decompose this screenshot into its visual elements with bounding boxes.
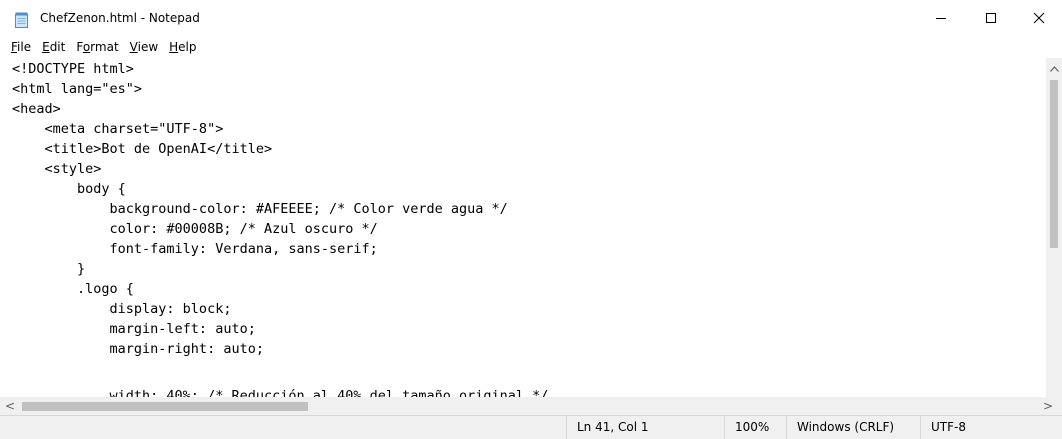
- menu-view-mnemonic: V: [129, 40, 138, 54]
- line-ending: Windows (CRLF): [786, 416, 920, 439]
- code-line-9: color: #00008B; /* Azul oscuro */: [12, 221, 378, 237]
- menu-view-label: iew: [137, 40, 159, 54]
- maximize-button[interactable]: [968, 0, 1014, 36]
- menu-view[interactable]: View: [125, 38, 164, 58]
- vertical-scroll-thumb[interactable]: [1050, 80, 1058, 248]
- menu-edit-mnemonic: E: [42, 40, 50, 54]
- menu-bar: File Edit Format View Help: [0, 38, 1062, 58]
- code-line-8: background-color: #AFEEEE; /* Color verd…: [12, 201, 508, 217]
- code-line-11: }: [12, 261, 86, 277]
- status-bar: Ln 41, Col 1 100% Windows (CRLF) UTF-8: [0, 415, 1062, 439]
- title-bar[interactable]: ChefZenon.html - Notepad: [0, 0, 1062, 38]
- menu-help-mnemonic: H: [169, 40, 179, 54]
- code-line-5: <title>Bot de OpenAI</title>: [12, 141, 273, 157]
- code-line-12: .logo {: [12, 281, 134, 297]
- scroll-left-button[interactable]: <: [2, 398, 18, 414]
- encoding: UTF-8: [920, 416, 1062, 439]
- code-line-16: width: 40%; /* Reducción al 40% del tama…: [12, 388, 549, 397]
- horizontal-scrollbar[interactable]: < >: [0, 397, 1062, 415]
- menu-edit[interactable]: Edit: [37, 38, 71, 58]
- chevron-left-icon: <: [4, 399, 16, 413]
- chevron-right-icon: >: [1042, 399, 1054, 413]
- menu-format[interactable]: Format: [71, 38, 124, 58]
- minimize-icon: [935, 9, 947, 28]
- minimize-button[interactable]: [918, 0, 964, 36]
- maximize-icon: [985, 9, 997, 28]
- code-line-2: <html lang="es">: [12, 81, 143, 97]
- menu-edit-label: dit: [49, 40, 66, 54]
- cursor-position: Ln 41, Col 1: [566, 416, 724, 439]
- code-line-4: <meta charset="UTF-8">: [12, 121, 224, 137]
- code-line-10: font-family: Verdana, sans-serif;: [12, 241, 378, 257]
- notepad-window: ChefZenon.html - Notepad File Edit Forma…: [0, 0, 1062, 439]
- code-line-13: display: block;: [12, 301, 232, 317]
- code-line-14: margin-left: auto;: [12, 321, 256, 337]
- code-line-7: body {: [12, 181, 126, 197]
- code-line-1: <!DOCTYPE html>: [12, 61, 134, 77]
- menu-help-label: elp: [178, 40, 197, 54]
- horizontal-scroll-thumb[interactable]: [22, 402, 308, 411]
- close-icon: [1033, 9, 1045, 28]
- menu-help[interactable]: Help: [164, 38, 202, 58]
- vertical-scrollbar[interactable]: [1046, 58, 1062, 397]
- close-button[interactable]: [1016, 0, 1062, 36]
- code-line-6: <style>: [12, 161, 102, 177]
- text-editor[interactable]: <!DOCTYPE html> <html lang="es"> <head> …: [0, 60, 1046, 397]
- notepad-icon: [14, 12, 30, 28]
- code-line-15: margin-right: auto;: [12, 341, 264, 357]
- code-line-3: <head>: [12, 101, 61, 117]
- window-title: ChefZenon.html - Notepad: [40, 11, 200, 25]
- scroll-up-button[interactable]: [1046, 58, 1062, 74]
- scroll-right-button[interactable]: >: [1040, 398, 1056, 414]
- zoom-level: 100%: [724, 416, 786, 439]
- menu-file[interactable]: File: [6, 38, 37, 58]
- chevron-up-icon: [1049, 57, 1059, 76]
- menu-format-label: rmat: [90, 40, 119, 54]
- menu-file-label: ile: [17, 40, 32, 54]
